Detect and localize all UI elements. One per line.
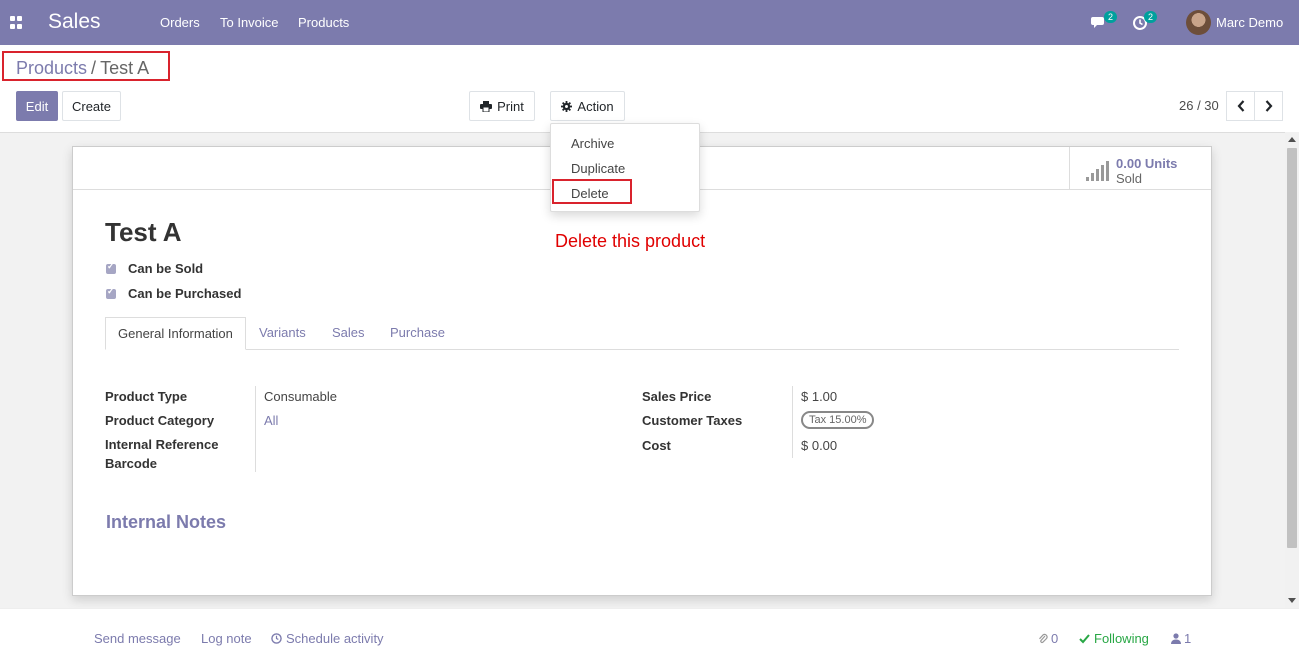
barcode-label: Barcode [105, 456, 158, 471]
can-be-sold-row: Can be Sold [106, 261, 203, 276]
schedule-activity-button[interactable]: Schedule activity [271, 631, 384, 646]
breadcrumb: Products / Test A [16, 58, 149, 79]
print-icon [480, 100, 493, 112]
can-be-purchased-label: Can be Purchased [128, 286, 242, 301]
sales-price-value: $ 1.00 [801, 389, 838, 404]
log-note-button[interactable]: Log note [201, 631, 252, 646]
attachments-button[interactable]: 0 [1038, 631, 1058, 646]
units-sold-label: Sold [1116, 171, 1143, 186]
product-category-value[interactable]: All [264, 413, 278, 428]
breadcrumb-parent[interactable]: Products [16, 58, 87, 78]
annotation-text: Delete this product [555, 231, 706, 251]
menu-products[interactable]: Products [298, 15, 349, 30]
print-label: Print [497, 98, 524, 114]
menu-item-duplicate[interactable]: Duplicate [571, 161, 625, 176]
following-button[interactable]: Following [1079, 631, 1149, 646]
internal-reference-label: Internal Reference [105, 437, 219, 452]
breadcrumb-separator: / [91, 58, 97, 78]
action-button[interactable]: Action [550, 91, 625, 121]
user-avatar[interactable] [1186, 10, 1211, 35]
units-sold-smart-button[interactable]: 0.00 Units Sold [1069, 147, 1211, 189]
app-name[interactable]: Sales [48, 10, 101, 34]
tab-sales[interactable]: Sales [320, 317, 377, 350]
schedule-activity-label: Schedule activity [286, 631, 384, 646]
pager-next-button[interactable] [1254, 91, 1283, 121]
paperclip-icon [1039, 633, 1048, 643]
menu-orders[interactable]: Orders [160, 15, 200, 30]
pager-value[interactable]: 26 / 30 [1179, 98, 1219, 113]
following-label: Following [1094, 631, 1149, 646]
activities-button[interactable]: 2 [1133, 11, 1163, 33]
vertical-scrollbar[interactable] [1285, 132, 1299, 608]
tab-purchase[interactable]: Purchase [378, 317, 457, 350]
chevron-right-icon [1265, 100, 1272, 112]
followers-count: 1 [1184, 631, 1192, 646]
scroll-down-icon[interactable] [1288, 598, 1296, 603]
scroll-up-icon[interactable] [1288, 137, 1296, 142]
product-type-value: Consumable [264, 389, 337, 404]
menu-item-archive[interactable]: Archive [571, 136, 614, 151]
left-fields-divider [255, 386, 256, 472]
followers-button[interactable]: 1 [1171, 631, 1191, 646]
product-category-label: Product Category [105, 413, 215, 428]
can-be-sold-label: Can be Sold [128, 261, 204, 276]
create-button[interactable]: Create [62, 91, 121, 121]
right-fields-divider [792, 386, 793, 458]
chevron-left-icon [1237, 100, 1244, 112]
activities-badge: 2 [1144, 11, 1158, 23]
messages-button[interactable]: 2 [1091, 11, 1121, 33]
create-label: Create [71, 98, 112, 114]
internal-notes-title: Internal Notes [106, 512, 227, 532]
clock-icon [271, 633, 282, 644]
units-sold-value: 0.00 Units [1116, 156, 1178, 171]
action-label: Action [577, 98, 614, 114]
check-icon [1079, 633, 1090, 643]
can-be-sold-checkbox[interactable] [106, 261, 116, 274]
pager-previous-button[interactable] [1226, 91, 1255, 121]
can-be-purchased-checkbox[interactable] [106, 286, 116, 299]
customer-taxes-label: Customer Taxes [642, 413, 743, 428]
gear-icon [561, 100, 573, 112]
scroll-thumb[interactable] [1287, 148, 1297, 548]
messages-badge: 2 [1104, 11, 1118, 23]
tab-general-information[interactable]: General Information [105, 317, 246, 350]
edit-label: Edit [25, 98, 49, 114]
edit-button[interactable]: Edit [16, 91, 58, 121]
top-navbar: Sales Orders To Invoice Products 2 2 Mar… [0, 0, 1299, 45]
sales-price-label: Sales Price [642, 389, 712, 404]
tab-variants[interactable]: Variants [247, 317, 318, 350]
print-button[interactable]: Print [469, 91, 535, 121]
signal-bars-icon [1086, 161, 1109, 181]
user-name[interactable]: Marc Demo [1216, 15, 1283, 30]
cost-value: $ 0.00 [801, 438, 838, 453]
form-tabs: General Information Variants Sales Purch… [105, 317, 1179, 350]
send-message-button[interactable]: Send message [94, 631, 181, 646]
attachments-count: 0 [1051, 631, 1059, 646]
breadcrumb-current: Test A [100, 58, 150, 78]
user-icon [1171, 633, 1181, 644]
can-be-purchased-row: Can be Purchased [106, 286, 241, 301]
apps-menu-icon[interactable] [10, 16, 23, 29]
menu-to-invoice[interactable]: To Invoice [220, 15, 279, 30]
delete-highlight-box [552, 179, 632, 204]
product-type-label: Product Type [105, 389, 188, 404]
form-sheet: 0.00 Units Sold [72, 146, 1212, 596]
cost-label: Cost [642, 438, 671, 453]
product-name: Test A [105, 217, 182, 247]
customer-taxes-tag: Tax 15.00% [801, 411, 875, 429]
